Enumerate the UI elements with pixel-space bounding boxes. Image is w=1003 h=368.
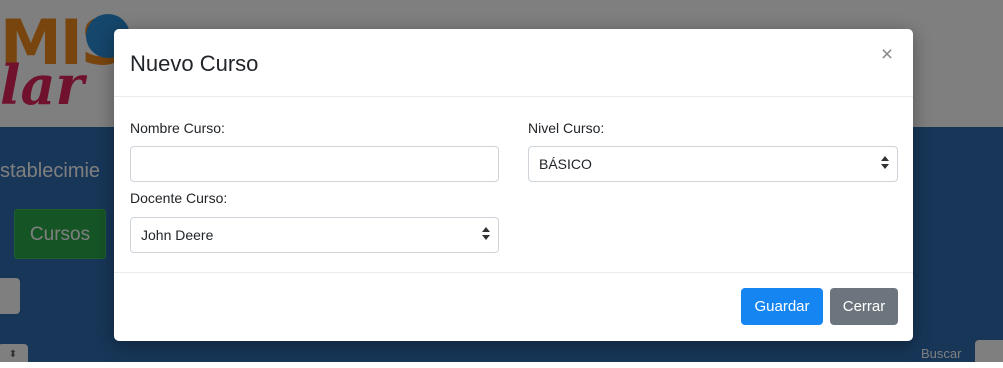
modal-footer: Guardar Cerrar <box>114 272 913 342</box>
docente-curso-value: John Deere <box>141 227 214 243</box>
close-icon[interactable]: × <box>875 43 899 67</box>
select-arrows-icon <box>482 227 490 243</box>
cerrar-button[interactable]: Cerrar <box>830 288 898 325</box>
modal-header: Nuevo Curso × <box>114 29 913 97</box>
select-arrows-icon <box>881 156 889 172</box>
nivel-curso-select[interactable]: BÁSICO <box>528 146 898 182</box>
nivel-curso-label: Nivel Curso: <box>528 120 605 136</box>
docente-curso-label: Docente Curso: <box>130 190 228 206</box>
nombre-curso-input[interactable] <box>130 146 499 182</box>
docente-curso-select[interactable]: John Deere <box>130 217 499 253</box>
modal-title: Nuevo Curso <box>130 51 259 76</box>
nombre-curso-label: Nombre Curso: <box>130 120 225 136</box>
nivel-curso-value: BÁSICO <box>539 156 592 172</box>
nuevo-curso-modal: Nuevo Curso × Nombre Curso: Nivel Curso:… <box>114 29 913 341</box>
guardar-button[interactable]: Guardar <box>741 288 823 325</box>
